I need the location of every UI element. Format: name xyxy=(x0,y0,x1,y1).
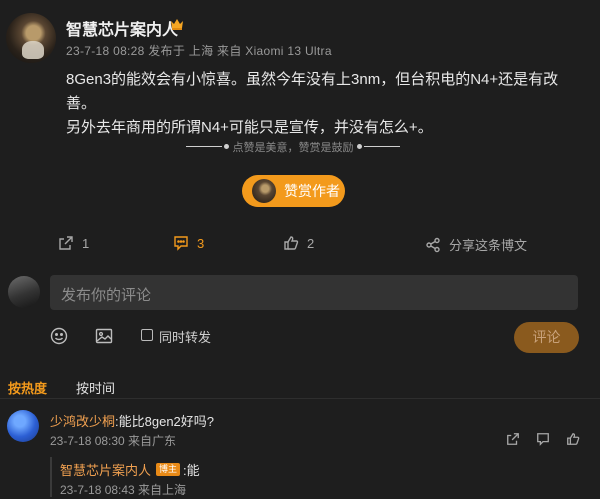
comment-text: :能比8gen2好吗? xyxy=(115,414,215,429)
post-line-2: 另外去年商用的所谓N4+可能只是宣传，并没有怎么+。 xyxy=(66,119,433,136)
like-count: 2 xyxy=(307,235,315,251)
repost-button[interactable]: 1 xyxy=(58,235,89,251)
comment-repost-icon[interactable] xyxy=(506,432,520,446)
comment-reply-icon[interactable] xyxy=(536,432,550,446)
thumbs-up-icon xyxy=(284,236,299,250)
sort-by-time-tab[interactable]: 按时间 xyxy=(76,378,115,397)
submit-comment-button[interactable]: 评论 xyxy=(514,322,579,353)
comment-icon xyxy=(174,236,188,251)
reward-button-label: 赞赏作者 xyxy=(284,183,340,199)
comment-count: 3 xyxy=(197,235,205,251)
current-user-avatar xyxy=(8,276,40,308)
share-label: 分享这条博文 xyxy=(449,238,528,253)
reply-meta: 23-7-18 08:43 来自上海 xyxy=(60,483,187,497)
reward-author-button[interactable]: 赞赏作者 xyxy=(242,175,345,207)
author-avatar[interactable] xyxy=(6,13,56,63)
comment-meta: 23-7-18 08:30 来自广东 xyxy=(50,434,177,448)
reward-divider-right xyxy=(364,146,400,147)
reward-divider-left xyxy=(186,146,222,147)
commenter-avatar[interactable] xyxy=(7,410,39,442)
reply-text: :能 xyxy=(183,463,200,478)
reward-dot-right xyxy=(357,144,362,149)
crown-badge-icon xyxy=(171,19,183,30)
share-button[interactable]: 分享这条博文 xyxy=(425,235,527,254)
post-body: 8Gen3的能效会有小惊喜。虽然今年没有上3nm，但台积电的N4+还是有改善。 … xyxy=(66,68,586,140)
reward-dot-left xyxy=(224,144,229,149)
commenter-name[interactable]: 少鸿改少桐 xyxy=(50,414,115,429)
like-button[interactable]: 2 xyxy=(283,235,314,251)
repost-count: 1 xyxy=(82,235,90,251)
comment-input[interactable]: 发布你的评论 xyxy=(50,275,578,310)
sort-by-hot-tab[interactable]: 按热度 xyxy=(8,378,47,397)
reward-author-avatar xyxy=(252,179,276,203)
author-badge: 博主 xyxy=(156,463,181,476)
post-meta: 23-7-18 08:28 发布于 上海 来自 Xiaomi 13 Ultra xyxy=(66,44,332,58)
author-name[interactable]: 智慧芯片案内人 xyxy=(66,16,178,40)
emoji-icon[interactable] xyxy=(50,327,68,345)
repost-icon xyxy=(59,236,73,250)
comment-button[interactable]: 3 xyxy=(173,235,204,251)
share-icon xyxy=(426,237,440,252)
reward-tip: 点赞是美意，赞赏是鼓励 xyxy=(232,142,354,154)
reply-body: 智慧芯片案内人 博主 :能 xyxy=(60,460,200,479)
repost-checkbox-label[interactable]: 同时转发 xyxy=(159,327,211,346)
image-icon[interactable] xyxy=(95,327,113,345)
reply-thread-bar xyxy=(50,457,52,497)
comment-like-icon[interactable] xyxy=(566,432,580,446)
comments-divider xyxy=(0,398,600,399)
repost-checkbox[interactable] xyxy=(141,329,153,341)
post-line-1: 8Gen3的能效会有小惊喜。虽然今年没有上3nm，但台积电的N4+还是有改善。 xyxy=(66,71,559,112)
comment-body: 少鸿改少桐:能比8gen2好吗? xyxy=(50,411,214,430)
reply-author-name[interactable]: 智慧芯片案内人 xyxy=(60,460,151,479)
